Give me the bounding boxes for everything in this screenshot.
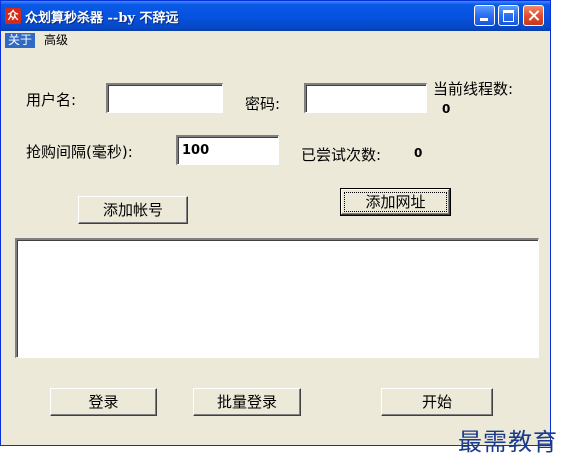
- username-label: 用户名:: [26, 91, 77, 109]
- window-title: 众划算秒杀器 --by 不辞远: [25, 11, 179, 26]
- interval-input[interactable]: [176, 135, 279, 165]
- add-url-button-label: 添加网址: [365, 193, 426, 211]
- interval-label: 抢购间隔(毫秒):: [26, 143, 133, 161]
- minimize-button[interactable]: [474, 5, 495, 26]
- close-button[interactable]: [523, 5, 544, 26]
- menu-bar: 关于 高级: [1, 31, 550, 50]
- password-input[interactable]: [304, 83, 427, 113]
- threads-value: 0: [442, 102, 451, 116]
- menu-advanced[interactable]: 高级: [41, 33, 71, 48]
- title-bar[interactable]: 众 众划算秒杀器 --by 不辞远: [1, 1, 550, 31]
- watermark-text: 最需教育: [458, 428, 558, 456]
- batch-login-button[interactable]: 批量登录: [193, 388, 301, 416]
- attempts-label: 已尝试次数:: [301, 146, 382, 164]
- maximize-button[interactable]: [498, 5, 519, 26]
- add-account-button[interactable]: 添加帐号: [78, 196, 188, 224]
- account-list[interactable]: [15, 238, 539, 358]
- menu-about[interactable]: 关于: [5, 33, 36, 48]
- attempts-value: 0: [414, 146, 423, 160]
- main-window: 众 众划算秒杀器 --by 不辞远 关于 高级 用户名: 密码: 当前线程数: …: [0, 0, 551, 446]
- password-label: 密码:: [245, 95, 281, 113]
- login-button[interactable]: 登录: [50, 388, 157, 416]
- app-icon: 众: [5, 8, 21, 24]
- add-url-button[interactable]: 添加网址: [340, 188, 451, 216]
- start-button[interactable]: 开始: [381, 388, 493, 416]
- threads-label: 当前线程数:: [433, 80, 514, 98]
- username-input[interactable]: [106, 83, 223, 113]
